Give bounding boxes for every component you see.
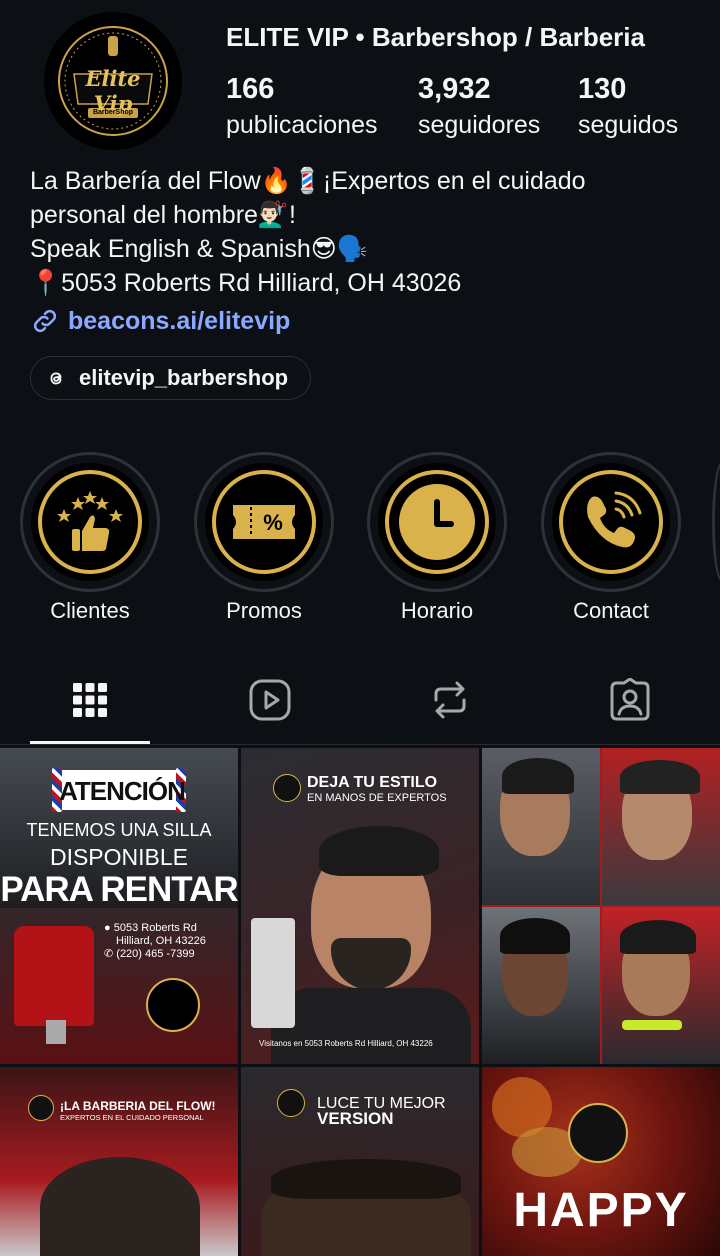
post-tile-6[interactable]: HAPPY (482, 1067, 720, 1256)
post-4-title: ¡LA BARBERIA DEL FLOW! (60, 1099, 216, 1113)
threads-icon (50, 372, 62, 385)
post-4-subtitle: EXPERTOS EN EL CUIDADO PERSONAL (60, 1113, 204, 1122)
phone-icon (587, 491, 642, 548)
reels-icon (249, 679, 291, 721)
stat-posts-value: 166 (226, 73, 275, 105)
stat-following-label: seguidos (578, 111, 679, 139)
post-2-subtitle: EN MANOS DE EXPERTOS (307, 792, 447, 804)
stat-posts-label: publicaciones (226, 111, 378, 139)
tab-posts-grid[interactable] (68, 672, 112, 728)
post-4-logo (28, 1095, 54, 1121)
post-tile-5[interactable]: LUCE TU MEJOR VERSION (241, 1067, 479, 1256)
post-tile-2[interactable]: DEJA TU ESTILO EN MANOS DE EXPERTOS Visi… (241, 748, 479, 1064)
tagged-icon (610, 678, 650, 721)
post-1-logo (146, 978, 200, 1032)
bio-line-4: 📍5053 Roberts Rd Hilliard, OH 43026 (30, 269, 462, 297)
highlight-horario-label: Horario (400, 598, 474, 623)
tab-divider (0, 744, 720, 745)
highlight-clientes[interactable]: Clientes (20, 452, 160, 624)
highlight-promos-label: Promos (226, 598, 302, 623)
bio-link-text: beacons.ai/elitevip (68, 306, 291, 335)
threads-badge[interactable]: elitevip_barbershop (30, 356, 312, 400)
stat-following[interactable]: 130 seguidos (578, 72, 678, 144)
post-tile-1[interactable]: ATENCIÓN TENEMOS UNA SILLA DISPONIBLE PA… (0, 748, 238, 1064)
post-1-line-3: PARA RENTAR (0, 870, 238, 909)
post-1-address-1: 5053 Roberts Rd (113, 922, 197, 934)
highlight-promos[interactable]: % Promos (194, 452, 334, 624)
bio-line-3: Speak English & Spanish😎🗣️ (30, 235, 368, 263)
ticket-percent-icon: % (233, 505, 295, 539)
post-1-title: ATENCIÓN (59, 776, 186, 806)
stat-followers[interactable]: 3,932 seguidores (418, 72, 540, 144)
reposts-icon (434, 681, 466, 719)
post-2-logo (273, 774, 301, 802)
tab-tagged[interactable] (608, 672, 652, 728)
tab-reposts[interactable] (428, 672, 472, 728)
post-2-footer: Visitanos en 5053 Roberts Rd Hilliard, O… (259, 1039, 433, 1048)
profile-username: ELITE VIP • Barbershop / Barberia (226, 22, 645, 52)
profile-bio: La Barbería del Flow🔥💈¡Expertos en el cu… (30, 164, 710, 300)
bio-line-2: personal del hombre💇🏻‍♂️! (30, 201, 296, 229)
post-5-title-2: VERSION (317, 1109, 394, 1128)
stat-following-value: 130 (578, 73, 627, 105)
post-1-line-1: TENEMOS UNA SILLA (26, 820, 212, 840)
grid-icon (73, 683, 107, 717)
thumbs-up-stars-icon (57, 491, 123, 551)
post-tile-3[interactable] (482, 748, 720, 1064)
post-5-logo (277, 1089, 305, 1117)
highlight-next-partial[interactable] (712, 462, 720, 582)
post-2-title: DEJA TU ESTILO (307, 774, 438, 791)
link-icon (33, 309, 57, 333)
stat-followers-value: 3,932 (418, 73, 491, 105)
post-1-phone: (220) 465 -7399 (116, 948, 195, 960)
post-1-line-2: DISPONIBLE (49, 844, 189, 870)
tab-reels[interactable] (248, 672, 292, 728)
post-6-title: HAPPY (513, 1184, 689, 1237)
bio-line-1: La Barbería del Flow🔥💈¡Expertos en el cu… (30, 167, 586, 195)
highlight-horario[interactable]: Horario (367, 452, 507, 624)
svg-text:%: % (263, 510, 283, 535)
post-1-address-2: Hilliard, OH 43226 (116, 935, 206, 947)
post-6-logo (568, 1103, 628, 1163)
threads-username: elitevip_barbershop (79, 365, 289, 390)
stat-followers-label: seguidores (418, 111, 541, 139)
phone-small-icon: ✆ (104, 948, 114, 960)
clock-icon (399, 484, 475, 560)
highlight-contact-label: Contact (573, 598, 649, 623)
highlight-clientes-label: Clientes (50, 598, 130, 623)
location-pin-icon: ● (104, 922, 111, 934)
bio-link[interactable]: beacons.ai/elitevip (30, 306, 290, 336)
profile-avatar[interactable]: Elite Vip BarberShop (44, 12, 182, 150)
post-tile-4[interactable]: ¡LA BARBERIA DEL FLOW! EXPERTOS EN EL CU… (0, 1067, 238, 1256)
stat-posts[interactable]: 166 publicaciones (226, 72, 378, 144)
logo-subtext: BarberShop (92, 109, 134, 116)
highlight-contact[interactable]: Contact (541, 452, 681, 624)
